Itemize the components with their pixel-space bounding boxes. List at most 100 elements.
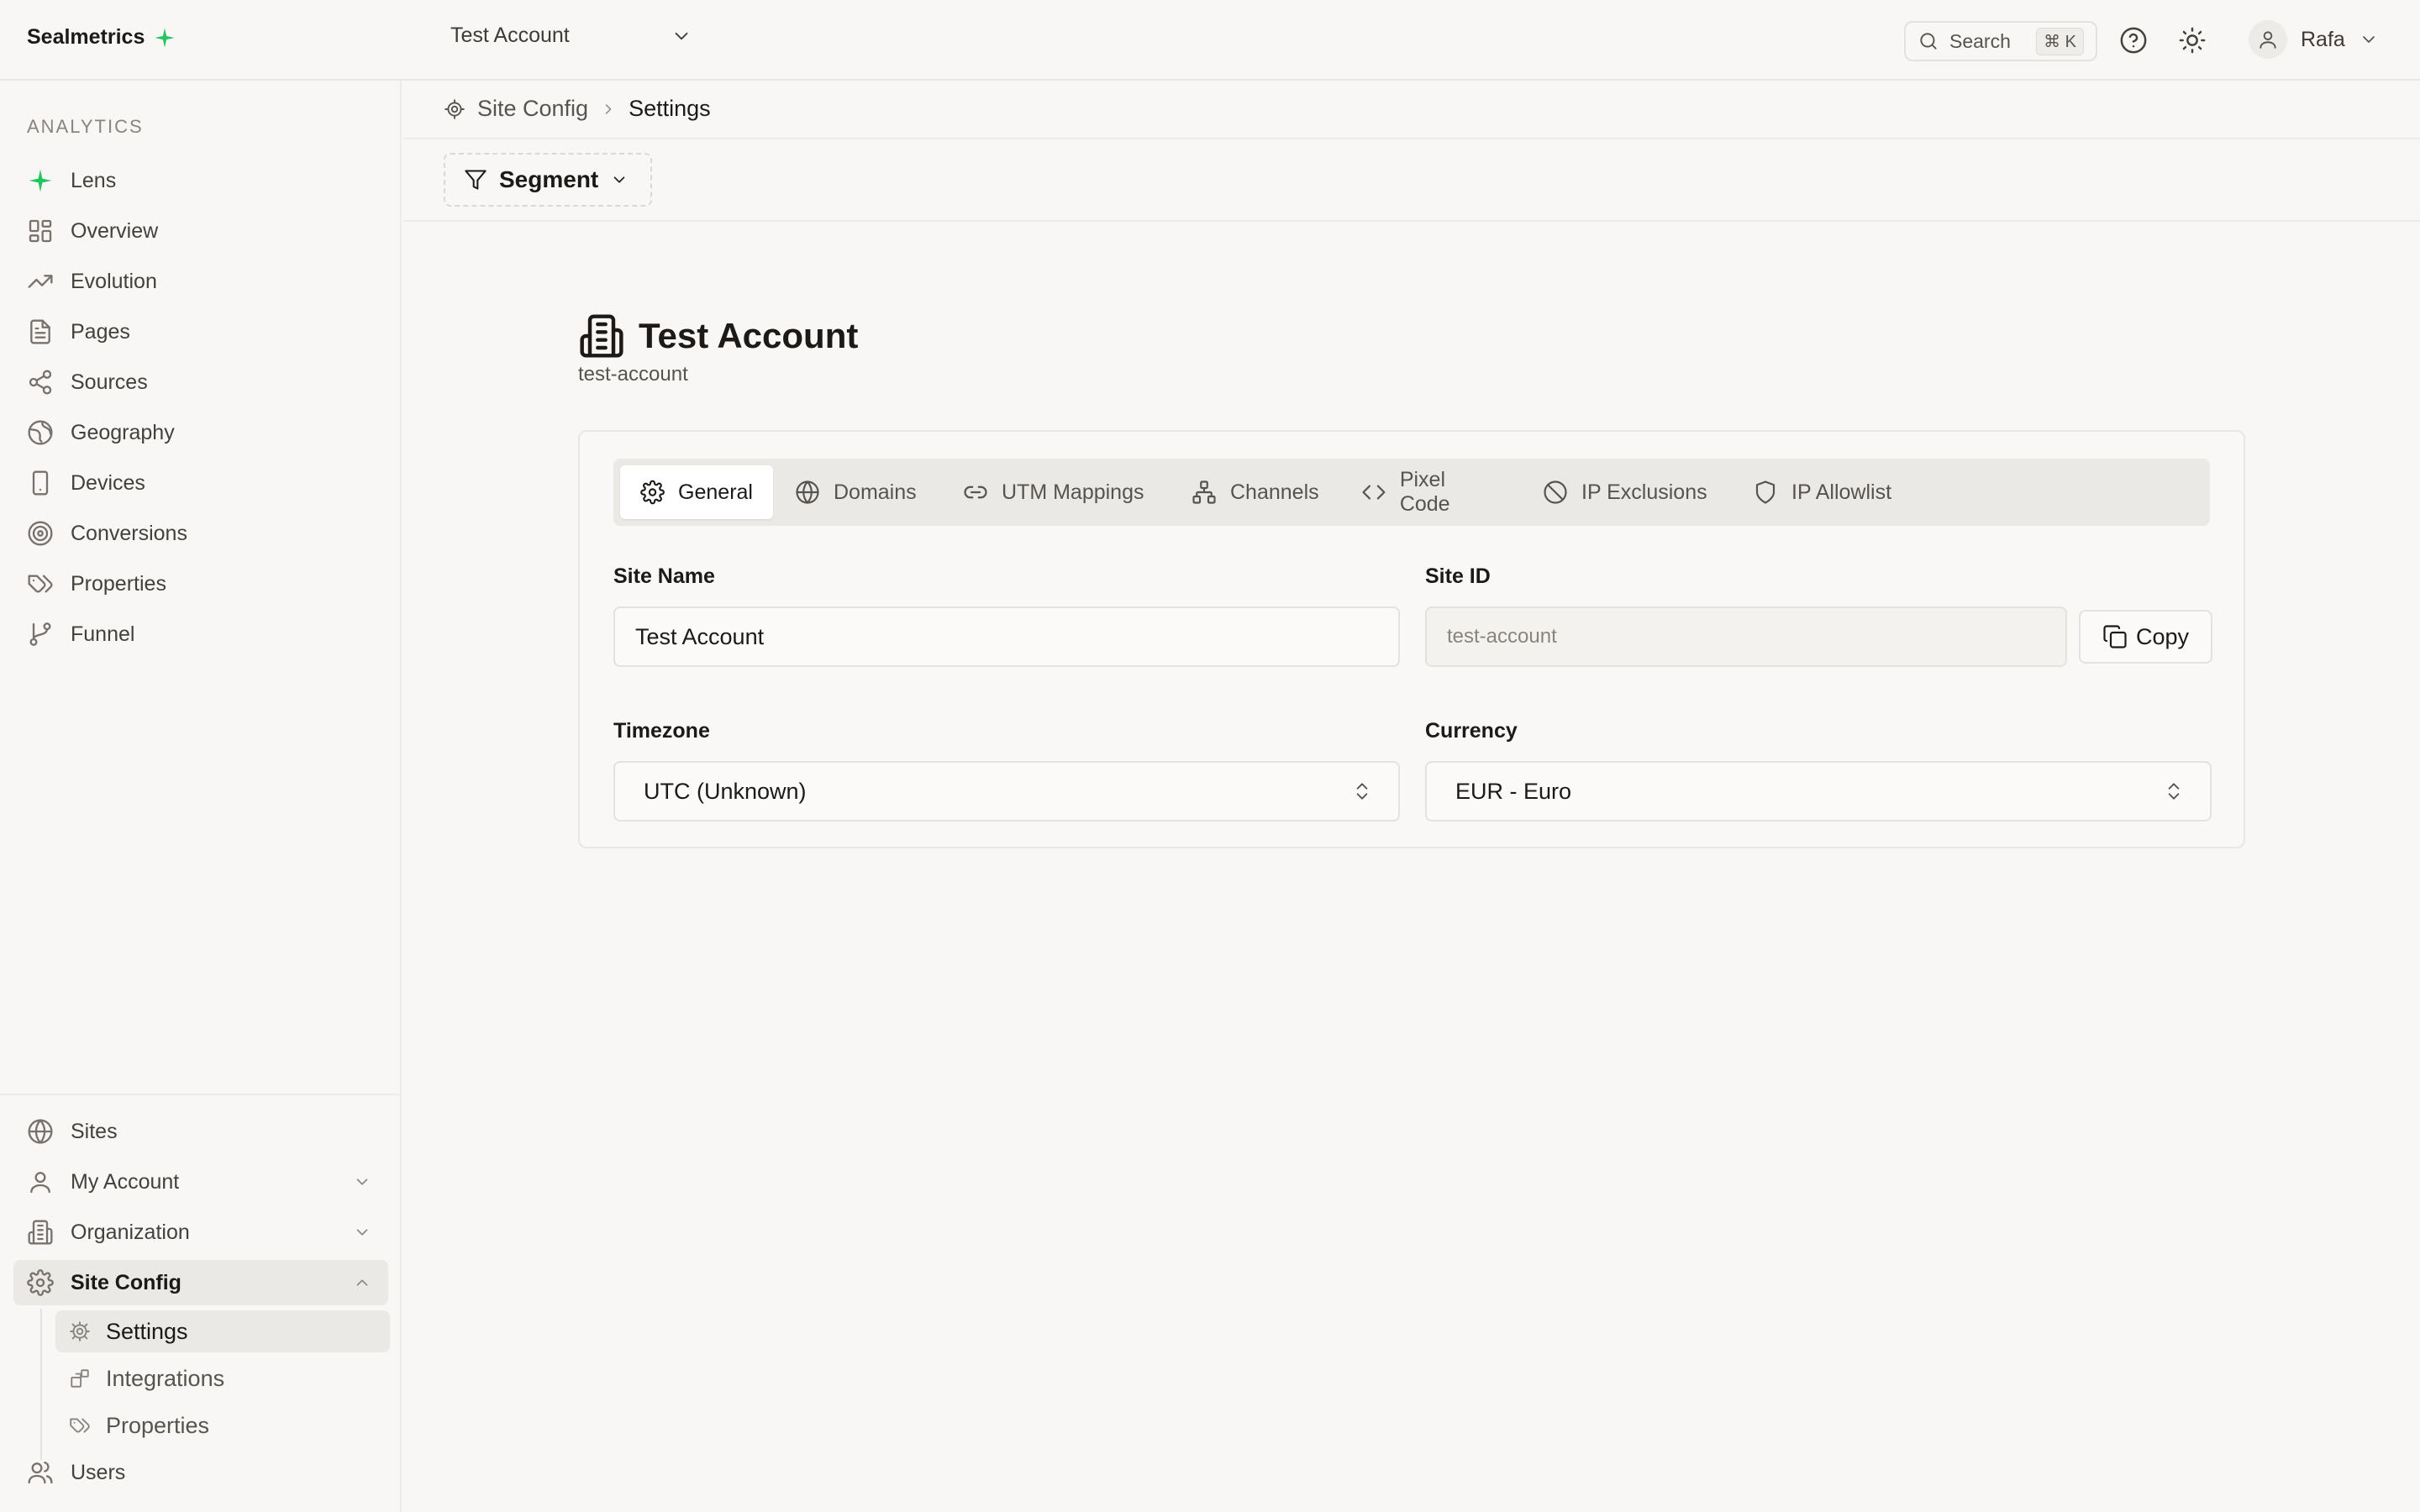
page-slug: test-account [578, 363, 688, 386]
copy-label: Copy [2136, 623, 2190, 649]
sidebar-item-devices[interactable]: Devices [13, 460, 388, 506]
search-shortcut: ⌘ K [2036, 27, 2084, 55]
sidebar-item-users[interactable]: Users [13, 1450, 388, 1495]
breadcrumb: Site Config Settings [444, 96, 711, 122]
blocks-icon [71, 1369, 89, 1388]
user-menu[interactable]: Rafa [2249, 20, 2379, 59]
users-icon [28, 1461, 53, 1484]
segment-divider [403, 220, 2420, 222]
sun-icon [2179, 27, 2206, 54]
sidebar-item-funnel[interactable]: Funnel [13, 612, 388, 657]
tab-utm-mappings[interactable]: UTM Mappings [943, 465, 1170, 519]
sidebar-item-label: Organization [71, 1220, 190, 1244]
tags-icon [70, 1418, 90, 1433]
copy-site-id-button[interactable]: Copy [2079, 610, 2213, 664]
sidebar-item-label: Funnel [71, 622, 135, 646]
chevron-down-icon [356, 1179, 368, 1185]
git-branch-icon [29, 622, 51, 646]
site-name-label: Site Name [613, 564, 715, 588]
tab-channels[interactable]: Channels [1171, 465, 1339, 519]
help-button[interactable] [2119, 26, 2148, 55]
sparkle-icon [155, 27, 176, 48]
tab-domains[interactable]: Domains [775, 465, 941, 519]
tab-ip-exclusions[interactable]: IP Exclusions [1523, 465, 1731, 519]
theme-toggle-button[interactable] [2178, 26, 2207, 55]
globe-icon [28, 420, 53, 445]
sidebar-item-pages[interactable]: Pages [13, 309, 388, 354]
sidebar-item-conversions[interactable]: Conversions [13, 511, 388, 556]
sidebar-item-label: Lens [71, 168, 117, 192]
sidebar-item-geography[interactable]: Geography [13, 410, 388, 455]
tab-pixel-code[interactable]: Pixel Code [1341, 465, 1521, 519]
chevron-down-icon [675, 32, 688, 39]
chevron-right-icon [605, 103, 612, 114]
tab-ip-allowlist[interactable]: IP Allowlist [1733, 465, 1924, 519]
copy-icon [2103, 625, 2127, 648]
settings-tabs: General Domains UTM Mappings Channels Pi… [613, 459, 2210, 526]
site-name-input[interactable]: Test Account [613, 606, 1400, 667]
sidebar-item-evolution[interactable]: Evolution [13, 259, 388, 304]
filter-icon [465, 170, 487, 190]
user-icon [30, 1172, 50, 1194]
timezone-label: Timezone [613, 719, 710, 743]
site-name-value: Test Account [635, 623, 765, 649]
sidebar-item-label: Geography [71, 420, 175, 444]
sidebar-item-label: Pages [71, 319, 130, 344]
site-id-input[interactable]: test-account [1425, 606, 2067, 667]
search-button[interactable]: Search ⌘ K [1904, 21, 2097, 61]
sidebar-item-label: Conversions [71, 521, 187, 545]
sidebar-subitem-integrations[interactable]: Integrations [55, 1357, 390, 1399]
sidebar-item-site-config[interactable]: Site Config [13, 1260, 388, 1305]
help-circle-icon [2120, 27, 2147, 54]
sidebar-item-overview[interactable]: Overview [13, 208, 388, 254]
site-id-label: Site ID [1425, 564, 1491, 588]
timezone-select[interactable]: UTC (Unknown) [613, 761, 1400, 822]
chevrons-up-down-icon [1356, 783, 1368, 800]
tags-icon [28, 575, 53, 593]
sidebar-item-label: Sites [71, 1119, 118, 1143]
tab-label: Domains [834, 480, 917, 504]
currency-select[interactable]: EUR - Euro [1425, 761, 2212, 822]
search-label: Search [1949, 29, 2011, 52]
code-icon [1362, 485, 1386, 500]
tab-general[interactable]: General [620, 465, 773, 519]
gear-icon [640, 480, 665, 505]
sidebar-item-my-account[interactable]: My Account [13, 1159, 388, 1205]
search-icon [1920, 33, 1937, 50]
tab-label: Channels [1230, 480, 1319, 504]
tab-label: UTM Mappings [1002, 480, 1144, 504]
account-name: Test Account [450, 24, 570, 47]
gear-icon [70, 1321, 90, 1341]
section-label-analytics: ANALYTICS [27, 116, 144, 137]
timezone-value: UTC (Unknown) [644, 778, 807, 804]
sidebar-item-lens[interactable]: Lens [13, 158, 388, 203]
globe-icon [796, 480, 819, 504]
chevron-down-icon [356, 1229, 368, 1236]
sidebar-subitem-properties[interactable]: Properties [55, 1404, 390, 1446]
brand-name: Sealmetrics [27, 25, 145, 49]
breadcrumb-parent[interactable]: Site Config [477, 96, 588, 122]
account-switcher[interactable]: Test Account [450, 24, 692, 48]
tab-label: IP Exclusions [1581, 480, 1707, 504]
breadcrumb-divider [403, 138, 2420, 139]
currency-value: EUR - Euro [1455, 778, 1572, 804]
sidebar-subitem-settings[interactable]: Settings [55, 1310, 390, 1352]
gear-icon [445, 98, 465, 119]
segment-button[interactable]: Segment [444, 153, 652, 207]
sidebar-divider [0, 1094, 402, 1095]
chevron-down-icon [2362, 36, 2375, 43]
sidebar-item-properties[interactable]: Properties [13, 561, 388, 606]
ban-icon [1544, 480, 1567, 504]
brand-logo[interactable]: Sealmetrics [27, 25, 176, 50]
sidebar-item-organization[interactable]: Organization [13, 1210, 388, 1255]
trending-up-icon [28, 275, 53, 288]
sidebar-item-sites[interactable]: Sites [13, 1109, 388, 1154]
sidebar-item-sources[interactable]: Sources [13, 360, 388, 405]
tab-label: Pixel Code [1399, 468, 1450, 516]
chevron-up-icon [356, 1279, 368, 1286]
dashboard-icon [29, 219, 52, 243]
chevron-down-icon [613, 176, 625, 183]
page-title: Test Account [639, 316, 859, 355]
sidebar-item-label: Overview [71, 218, 159, 243]
smartphone-icon [32, 470, 49, 496]
